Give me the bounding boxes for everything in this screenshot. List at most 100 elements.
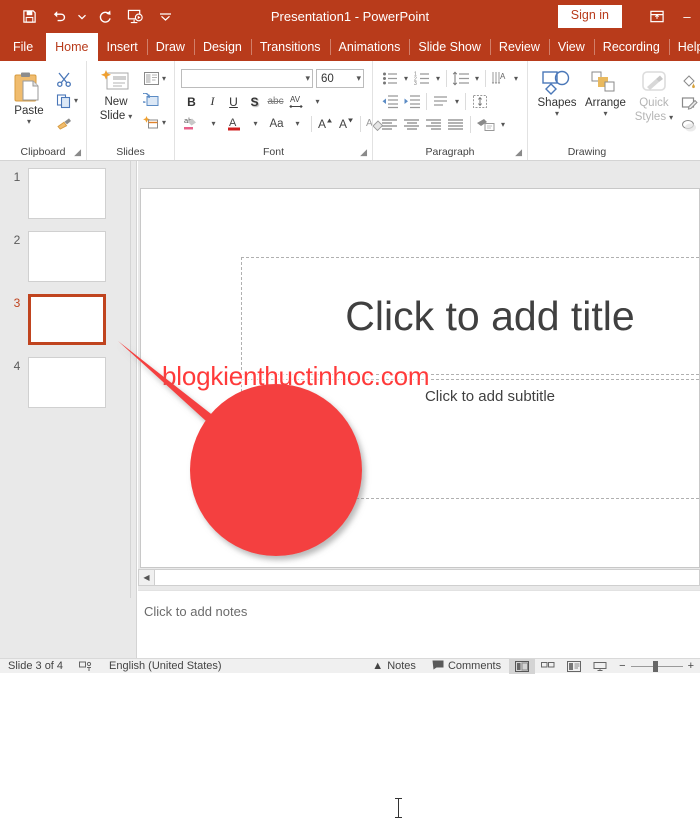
minimize-button[interactable]: – [674, 0, 700, 33]
font-color-button[interactable]: A [224, 113, 245, 134]
text-highlight-button[interactable]: ab [181, 113, 203, 134]
align-text-button[interactable] [430, 91, 452, 112]
title-placeholder[interactable]: Click to add title [241, 257, 699, 375]
zoom-out-icon[interactable]: − [619, 660, 625, 672]
numbering-dropdown-icon[interactable]: ▾ [433, 68, 443, 89]
cut-button[interactable] [53, 68, 81, 89]
italic-button[interactable]: I [202, 91, 223, 112]
tab-recording[interactable]: Recording [593, 33, 669, 61]
slide-sorter-view-button[interactable] [535, 659, 561, 674]
numbering-button[interactable]: 123 [411, 68, 433, 89]
accessibility-icon[interactable] [71, 659, 101, 674]
font-size-dropdown-icon[interactable]: ▾ [356, 73, 361, 84]
notes-pane[interactable]: Click to add notes [138, 590, 700, 658]
section-dropdown-icon[interactable]: ▾ [162, 119, 166, 127]
redo-icon[interactable] [90, 4, 120, 30]
tab-design[interactable]: Design [193, 33, 251, 61]
thumbnail-slide-1[interactable]: 1 [6, 168, 106, 219]
columns-button[interactable] [469, 91, 491, 112]
shape-outline-button[interactable] [678, 93, 700, 114]
arrange-dropdown-icon[interactable]: ▾ [603, 110, 607, 118]
paragraph-dialog-launcher-icon[interactable]: ◢ [515, 147, 522, 158]
tab-animations[interactable]: Animations [329, 33, 410, 61]
notes-toggle-button[interactable]: ▲ Notes [364, 659, 424, 674]
quick-styles-dropdown-icon[interactable]: ▾ [669, 114, 673, 122]
thumbnail-slide-2[interactable]: 2 [6, 231, 106, 282]
comments-button[interactable]: Comments [424, 659, 509, 674]
strikethrough-button[interactable]: abc [265, 91, 286, 112]
customize-qat-icon[interactable] [150, 4, 180, 30]
paste-button[interactable]: Paste ▾ [5, 66, 53, 127]
text-shadow-button[interactable]: S [244, 91, 265, 112]
section-button[interactable]: ▾ [140, 112, 169, 133]
shapes-button[interactable]: Shapes ▾ [533, 68, 581, 119]
zoom-in-icon[interactable]: + [688, 660, 694, 672]
format-painter-button[interactable] [53, 112, 81, 133]
horizontal-scrollbar[interactable]: ◀ [138, 569, 700, 586]
reading-view-button[interactable] [561, 659, 587, 674]
horizontal-scroll-track[interactable] [154, 570, 699, 585]
normal-view-button[interactable] [509, 658, 536, 674]
start-presentation-icon[interactable] [120, 4, 150, 30]
center-button[interactable] [401, 114, 423, 135]
convert-to-smartart-button[interactable] [474, 114, 498, 135]
shapes-dropdown-icon[interactable]: ▾ [555, 110, 559, 118]
zoom-slider[interactable]: − + [613, 660, 700, 672]
tab-review[interactable]: Review [489, 33, 549, 61]
zoom-thumb[interactable] [652, 660, 658, 672]
tab-file[interactable]: File [0, 33, 46, 61]
paste-dropdown-icon[interactable]: ▾ [27, 118, 31, 126]
font-name-combobox[interactable]: ▾ [181, 69, 314, 88]
align-left-button[interactable] [379, 114, 401, 135]
undo-icon[interactable] [44, 4, 74, 30]
quick-styles-button[interactable]: Quick Styles ▾ [630, 68, 678, 126]
shape-fill-button[interactable] [678, 71, 700, 92]
language-indicator[interactable]: English (United States) [101, 659, 230, 674]
save-icon[interactable] [14, 4, 44, 30]
font-name-dropdown-icon[interactable]: ▾ [305, 73, 310, 84]
text-direction-dropdown-icon[interactable]: ▾ [511, 68, 521, 89]
ribbon-display-options-icon[interactable] [640, 3, 674, 31]
line-spacing-button[interactable] [450, 68, 472, 89]
scroll-left-icon[interactable]: ◀ [139, 570, 154, 585]
align-right-button[interactable] [423, 114, 445, 135]
tab-draw[interactable]: Draw [146, 33, 194, 61]
tab-help[interactable]: Help [668, 33, 700, 61]
reset-button[interactable] [140, 90, 169, 111]
increase-font-size-button[interactable]: A [315, 113, 336, 134]
tab-transitions[interactable]: Transitions [250, 33, 330, 61]
subtitle-placeholder[interactable]: Click to add subtitle [241, 379, 699, 499]
font-dialog-launcher-icon[interactable]: ◢ [360, 147, 367, 158]
increase-indent-button[interactable] [401, 91, 423, 112]
align-text-dropdown-icon[interactable]: ▾ [452, 91, 462, 112]
thumbnail-slide-4[interactable]: 4 [6, 357, 106, 408]
slide-show-view-button[interactable] [587, 659, 613, 674]
text-highlight-dropdown-icon[interactable]: ▾ [203, 113, 224, 134]
underline-button[interactable]: U [223, 91, 244, 112]
new-slide-button[interactable]: New Slide ▾ [92, 66, 140, 125]
decrease-indent-button[interactable] [379, 91, 401, 112]
copy-button[interactable]: ▾ [53, 90, 81, 111]
shape-effects-button[interactable] [678, 115, 700, 136]
pane-splitter[interactable] [130, 161, 137, 598]
slide-count-indicator[interactable]: Slide 3 of 4 [0, 659, 71, 674]
convert-to-smartart-dropdown-icon[interactable]: ▾ [498, 114, 508, 135]
zoom-track[interactable] [630, 660, 683, 672]
slide-thumbnail-pane[interactable]: 1 2 3 4 [0, 161, 130, 598]
character-spacing-button[interactable]: AV [286, 91, 307, 112]
bullets-dropdown-icon[interactable]: ▾ [401, 68, 411, 89]
text-direction-button[interactable]: A [489, 68, 511, 89]
justify-button[interactable] [445, 114, 467, 135]
decrease-font-size-button[interactable]: A [336, 113, 357, 134]
character-spacing-dropdown-icon[interactable]: ▾ [307, 91, 328, 112]
undo-dropdown-icon[interactable] [74, 4, 90, 30]
tab-home[interactable]: Home [46, 33, 98, 61]
font-size-combobox[interactable]: 60 ▾ [316, 69, 365, 88]
font-color-dropdown-icon[interactable]: ▾ [245, 113, 266, 134]
tab-view[interactable]: View [548, 33, 594, 61]
clipboard-dialog-launcher-icon[interactable]: ◢ [74, 147, 81, 158]
change-case-button[interactable]: Aa [266, 113, 287, 134]
arrange-button[interactable]: Arrange ▾ [581, 68, 630, 119]
layout-button[interactable]: ▾ [140, 68, 169, 89]
new-slide-dropdown-icon[interactable]: ▾ [128, 113, 132, 121]
